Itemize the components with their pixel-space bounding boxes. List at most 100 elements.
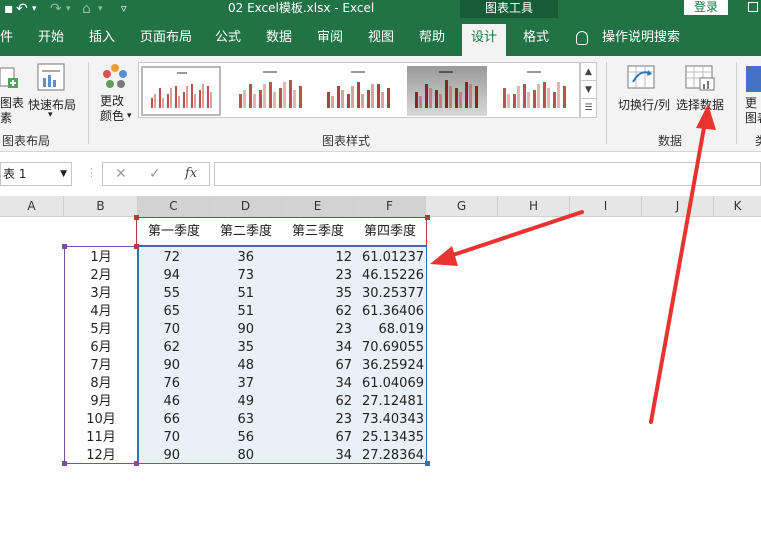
switch-row-column-button[interactable] bbox=[626, 62, 658, 92]
q1-cell[interactable]: 46 bbox=[138, 392, 182, 412]
month-cell[interactable]: 8月 bbox=[64, 374, 138, 394]
q3-cell[interactable]: 34 bbox=[282, 374, 354, 394]
q1-cell[interactable]: 90 bbox=[138, 446, 182, 466]
q2-cell[interactable]: 36 bbox=[210, 248, 256, 268]
gallery-more-icon[interactable]: ☰ bbox=[581, 99, 596, 117]
redo-icon[interactable]: ↷ bbox=[50, 0, 62, 18]
header-cell-q1[interactable]: 第一季度 bbox=[138, 222, 210, 242]
header-cell-q2[interactable]: 第二季度 bbox=[210, 222, 282, 242]
q1-cell[interactable]: 62 bbox=[138, 338, 182, 358]
change-chart-type-icon[interactable] bbox=[746, 66, 761, 92]
q4-cell[interactable]: 27.12481 bbox=[354, 392, 426, 412]
q4-cell[interactable]: 61.04069 bbox=[354, 374, 426, 394]
q2-cell[interactable]: 37 bbox=[210, 374, 256, 394]
chart-style-thumb[interactable] bbox=[495, 66, 575, 116]
name-box-dropdown-icon[interactable]: ▼ bbox=[60, 163, 67, 185]
chart-style-thumb[interactable] bbox=[319, 66, 399, 116]
redo-dropdown-icon[interactable]: ▾ bbox=[66, 0, 71, 18]
qat-dropdown-icon[interactable]: ▾ bbox=[98, 0, 103, 18]
column-header-i[interactable]: I bbox=[570, 196, 642, 217]
quick-layout-button[interactable] bbox=[36, 62, 66, 92]
q2-cell[interactable]: 51 bbox=[210, 284, 256, 304]
gallery-scroll-down-icon[interactable]: ▼ bbox=[581, 81, 596, 99]
add-chart-element-button[interactable] bbox=[0, 64, 20, 90]
q4-cell[interactable]: 30.25377 bbox=[354, 284, 426, 304]
gallery-scroll-up-icon[interactable]: ▲ bbox=[581, 63, 596, 81]
chart-style-thumb[interactable] bbox=[141, 66, 221, 116]
q2-cell[interactable]: 90 bbox=[210, 320, 256, 340]
tab-view[interactable]: 视图 bbox=[368, 18, 394, 56]
column-header-b[interactable]: B bbox=[64, 196, 138, 217]
q4-cell[interactable]: 68.019 bbox=[354, 320, 426, 340]
q1-cell[interactable]: 76 bbox=[138, 374, 182, 394]
login-button[interactable]: 登录 bbox=[684, 0, 728, 15]
column-header-c[interactable]: C bbox=[138, 196, 210, 217]
q3-cell[interactable]: 67 bbox=[282, 356, 354, 376]
month-cell[interactable]: 11月 bbox=[64, 428, 138, 448]
tab-design[interactable]: 设计 bbox=[462, 24, 507, 56]
quick-layout-dropdown-icon[interactable]: ▾ bbox=[48, 110, 53, 120]
tab-home[interactable]: 开始 bbox=[38, 18, 64, 56]
chart-style-thumb[interactable] bbox=[231, 66, 311, 116]
q2-cell[interactable]: 63 bbox=[210, 410, 256, 430]
cancel-icon[interactable]: ✕ bbox=[115, 163, 127, 185]
q1-cell[interactable]: 72 bbox=[138, 248, 182, 268]
tab-page-layout[interactable]: 页面布局 bbox=[140, 18, 192, 56]
q4-cell[interactable]: 36.25924 bbox=[354, 356, 426, 376]
q3-cell[interactable]: 35 bbox=[282, 284, 354, 304]
month-cell[interactable]: 2月 bbox=[64, 266, 138, 286]
month-cell[interactable]: 3月 bbox=[64, 284, 138, 304]
month-cell[interactable]: 10月 bbox=[64, 410, 138, 430]
range-handle[interactable] bbox=[134, 215, 139, 220]
q2-cell[interactable]: 56 bbox=[210, 428, 256, 448]
q1-cell[interactable]: 70 bbox=[138, 428, 182, 448]
save-icon[interactable]: ▪ bbox=[4, 0, 14, 18]
q1-cell[interactable]: 65 bbox=[138, 302, 182, 322]
month-cell[interactable]: 6月 bbox=[64, 338, 138, 358]
tab-help[interactable]: 帮助 bbox=[419, 18, 445, 56]
month-cell[interactable]: 5月 bbox=[64, 320, 138, 340]
q2-cell[interactable]: 35 bbox=[210, 338, 256, 358]
month-cell[interactable]: 1月 bbox=[64, 248, 138, 268]
q1-cell[interactable]: 90 bbox=[138, 356, 182, 376]
q3-cell[interactable]: 34 bbox=[282, 338, 354, 358]
format-painter-icon[interactable]: ⌂ bbox=[82, 0, 91, 18]
q3-cell[interactable]: 62 bbox=[282, 302, 354, 322]
insert-function-icon[interactable]: fx bbox=[185, 163, 197, 185]
range-handle[interactable] bbox=[425, 215, 430, 220]
q3-cell[interactable]: 12 bbox=[282, 248, 354, 268]
customize-qat-icon[interactable]: ▿ bbox=[121, 0, 127, 18]
tab-data[interactable]: 数据 bbox=[266, 18, 292, 56]
column-header-e[interactable]: E bbox=[282, 196, 354, 217]
month-cell[interactable]: 12月 bbox=[64, 446, 138, 466]
q4-cell[interactable]: 27.28364 bbox=[354, 446, 426, 466]
q3-cell[interactable]: 62 bbox=[282, 392, 354, 412]
chart-styles-gallery[interactable] bbox=[138, 62, 580, 118]
select-data-button[interactable] bbox=[684, 62, 716, 92]
change-colors-dropdown-icon[interactable]: ▾ bbox=[127, 111, 132, 121]
restore-window-icon[interactable] bbox=[748, 2, 758, 12]
q3-cell[interactable]: 67 bbox=[282, 428, 354, 448]
tab-insert[interactable]: 插入 bbox=[89, 18, 115, 56]
q2-cell[interactable]: 48 bbox=[210, 356, 256, 376]
q4-cell[interactable]: 73.40343 bbox=[354, 410, 426, 430]
q4-cell[interactable]: 61.01237 bbox=[354, 248, 426, 268]
column-header-f[interactable]: F bbox=[354, 196, 426, 217]
enter-icon[interactable]: ✓ bbox=[149, 163, 161, 185]
header-cell-q3[interactable]: 第三季度 bbox=[282, 222, 354, 242]
tab-review[interactable]: 审阅 bbox=[317, 18, 343, 56]
q3-cell[interactable]: 23 bbox=[282, 410, 354, 430]
q1-cell[interactable]: 94 bbox=[138, 266, 182, 286]
q4-cell[interactable]: 70.69055 bbox=[354, 338, 426, 358]
month-cell[interactable]: 9月 bbox=[64, 392, 138, 412]
column-header-j[interactable]: J bbox=[642, 196, 714, 217]
q3-cell[interactable]: 23 bbox=[282, 266, 354, 286]
month-cell[interactable]: 4月 bbox=[64, 302, 138, 322]
q4-cell[interactable]: 61.36406 bbox=[354, 302, 426, 322]
q1-cell[interactable]: 66 bbox=[138, 410, 182, 430]
formula-input[interactable] bbox=[214, 162, 761, 186]
q2-cell[interactable]: 73 bbox=[210, 266, 256, 286]
change-colors-button[interactable] bbox=[100, 62, 130, 92]
q3-cell[interactable]: 23 bbox=[282, 320, 354, 340]
tell-me-search[interactable]: 操作说明搜索 bbox=[602, 18, 680, 56]
